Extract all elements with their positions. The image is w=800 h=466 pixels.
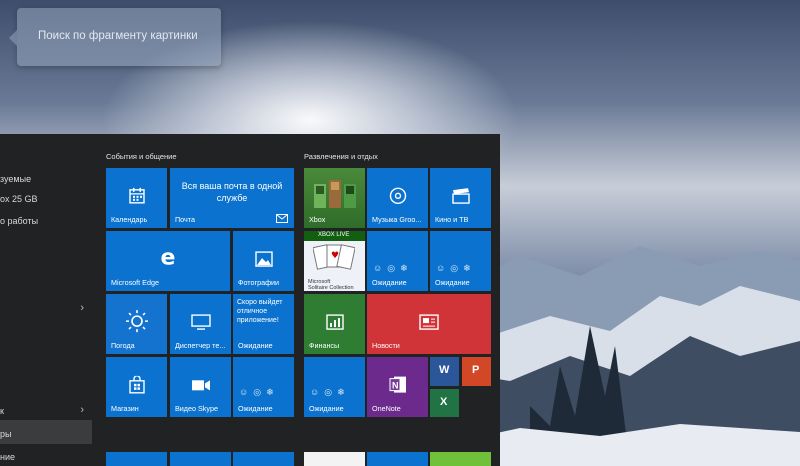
- tile-label: Ожидание: [435, 278, 470, 287]
- photo-icon: [254, 251, 273, 267]
- download-progress-icons: ☺ ◎ ❄: [239, 387, 274, 397]
- tile-label: Кино и ТВ: [435, 215, 469, 224]
- onenote-icon: N: [389, 376, 406, 393]
- tile-partial[interactable]: [170, 452, 231, 466]
- tile-mail[interactable]: Вся ваша почта в одной службе Почта: [170, 168, 294, 228]
- tile-label: Погода: [111, 341, 135, 350]
- download-progress-icons: ☺ ◎ ❄: [436, 263, 471, 273]
- tile-store[interactable]: Магазин: [106, 357, 167, 417]
- sun-icon: [125, 310, 148, 333]
- tile-excel[interactable]: X: [430, 389, 459, 417]
- newspaper-icon: [419, 314, 439, 330]
- tile-label: Ожидание: [238, 404, 273, 413]
- solitaire-art: ♥ Microsoft Solitaire Collection: [304, 241, 365, 291]
- tile-finance[interactable]: Финансы: [304, 294, 365, 354]
- tile-label: Почта: [175, 215, 195, 224]
- chevron-right-icon[interactable]: ›: [80, 302, 84, 314]
- tile-word[interactable]: W: [430, 357, 459, 386]
- group-title-events: События и общение: [106, 152, 177, 161]
- word-icon: W: [439, 364, 450, 376]
- monitor-icon: [190, 314, 211, 330]
- clapperboard-icon: [451, 188, 470, 204]
- tile-label: Видео Skype: [175, 404, 218, 413]
- chevron-right-icon[interactable]: ›: [80, 404, 84, 416]
- tile-calendar[interactable]: Календарь: [106, 168, 167, 228]
- mail-icon: [276, 214, 288, 223]
- tile-waiting[interactable]: ☺ ◎ ❄ Ожидание: [367, 231, 428, 291]
- store-bag-icon: [128, 375, 145, 394]
- xbox-characters-image: [314, 180, 356, 208]
- tile-partial[interactable]: [367, 452, 428, 466]
- search-by-image-text: Поиск по фрагменту картинки: [38, 30, 198, 42]
- sidebar-item[interactable]: к: [0, 406, 92, 416]
- tile-edge[interactable]: e Microsoft Edge: [106, 231, 230, 291]
- start-menu: зуемые ox 25 GB о работы › к › ры ние Со…: [0, 134, 500, 466]
- tile-waiting[interactable]: ☺ ◎ ❄ Ожидание: [304, 357, 365, 417]
- tile-weather[interactable]: Погода: [106, 294, 167, 354]
- tile-waiting[interactable]: ☺ ◎ ❄ Ожидание: [233, 357, 294, 417]
- xbox-live-banner: XBOX LIVE: [304, 231, 365, 241]
- tile-label: Ожидание: [372, 278, 407, 287]
- tile-label: Xbox: [309, 215, 326, 224]
- search-by-image-tooltip[interactable]: Поиск по фрагменту картинки: [9, 8, 221, 66]
- tile-label: Ожидание: [309, 404, 344, 413]
- tile-solitaire[interactable]: XBOX LIVE ♥ Microsoft Solitaire Collecti…: [304, 231, 365, 291]
- music-disc-icon: [389, 187, 406, 205]
- solitaire-title: Microsoft Solitaire Collection: [308, 279, 354, 291]
- video-camera-icon: [191, 380, 210, 391]
- chart-icon: [325, 314, 344, 330]
- download-progress-icons: ☺ ◎ ❄: [373, 263, 408, 273]
- tile-label: Microsoft Edge: [111, 278, 159, 287]
- solitaire-line2: Solitaire Collection: [308, 285, 354, 291]
- tile-partial[interactable]: [304, 452, 365, 466]
- tile-label: OneNote: [372, 404, 401, 413]
- tile-skype-video[interactable]: Видео Skype: [170, 357, 231, 417]
- tile-powerpoint[interactable]: P: [462, 357, 491, 386]
- tile-label: Новости: [372, 341, 400, 350]
- tile-partial[interactable]: [233, 452, 294, 466]
- sidebar-item[interactable]: ры: [0, 429, 92, 439]
- tile-onenote[interactable]: N OneNote: [367, 357, 428, 417]
- tile-task-manager[interactable]: Диспетчер те...: [170, 294, 231, 354]
- svg-text:♥: ♥: [331, 251, 339, 261]
- tile-partial[interactable]: [106, 452, 167, 466]
- tile-label: Календарь: [111, 215, 148, 224]
- tile-xbox[interactable]: Xbox: [304, 168, 365, 228]
- mail-promo-text: Вся ваша почта в одной службе: [181, 181, 283, 203]
- svg-text:N: N: [392, 381, 399, 391]
- powerpoint-icon: P: [472, 364, 480, 376]
- group-title-entertainment: Развлечения и отдых: [304, 152, 378, 161]
- tile-photos[interactable]: Фотографии: [233, 231, 294, 291]
- tile-label: Фотографии: [238, 278, 280, 287]
- tile-waiting[interactable]: ☺ ◎ ❄ Ожидание: [430, 231, 491, 291]
- calendar-icon: [128, 187, 145, 204]
- tile-partial[interactable]: [430, 452, 491, 466]
- tile-label: Ожидание: [238, 341, 273, 350]
- tile-movies-tv[interactable]: Кино и ТВ: [430, 168, 491, 228]
- excel-icon: X: [440, 396, 448, 408]
- xbox-live-label: XBOX LIVE: [318, 232, 350, 238]
- download-progress-icons: ☺ ◎ ❄: [310, 387, 345, 397]
- start-sidebar: зуемые ox 25 GB о работы › к › ры ние: [0, 134, 92, 466]
- edge-icon: e: [160, 245, 176, 271]
- tile-label: Магазин: [111, 404, 139, 413]
- tile-groove-music[interactable]: Музыка Groo...: [367, 168, 428, 228]
- sidebar-item[interactable]: ox 25 GB: [0, 194, 92, 204]
- tile-news[interactable]: Новости: [367, 294, 491, 354]
- tile-promo-waiting[interactable]: Скоро выйдет отличное приложение! Ожидан…: [233, 294, 294, 354]
- tile-label: Финансы: [309, 341, 340, 350]
- sidebar-item[interactable]: о работы: [0, 216, 92, 226]
- sidebar-item[interactable]: ние: [0, 452, 92, 462]
- playing-cards-image: ♥: [313, 244, 355, 270]
- tile-label: Диспетчер те...: [175, 341, 226, 350]
- tile-label: Музыка Groo...: [372, 215, 422, 224]
- promo-text: Скоро выйдет отличное приложение!: [237, 299, 283, 324]
- sidebar-item[interactable]: зуемые: [0, 174, 92, 184]
